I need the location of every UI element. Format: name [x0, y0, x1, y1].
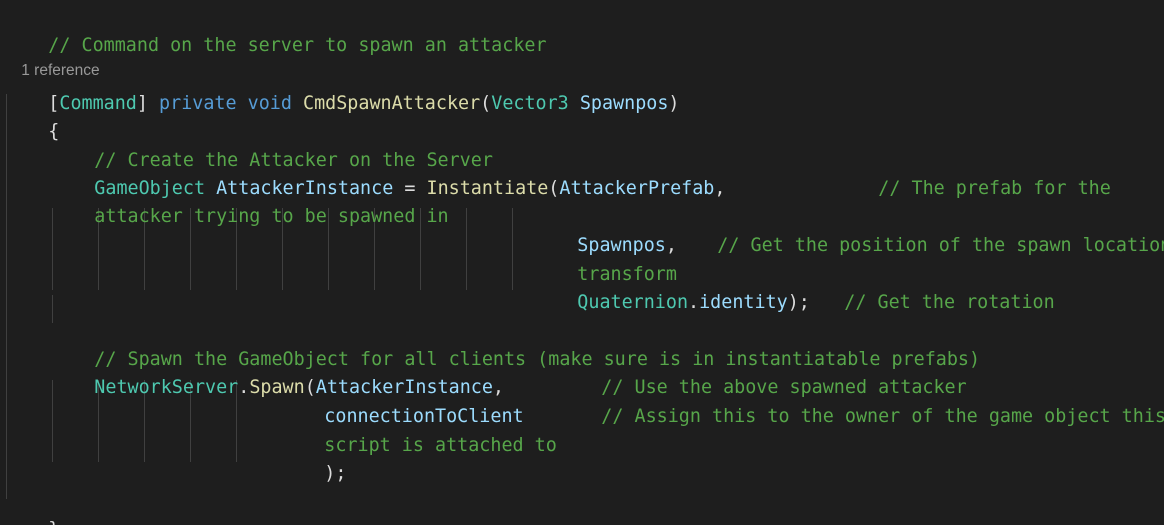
- comment-text: // Assign this to the owner of the game …: [601, 406, 1164, 427]
- indent-guide: [512, 208, 513, 290]
- comment-text-wrapped: attacker trying to be spawned in: [94, 206, 449, 227]
- code-line-quaternion-comment[interactable]: // Get the rotation: [800, 261, 1054, 313]
- code-line-comment-header[interactable]: // Command on the server to spawn an att…: [4, 4, 546, 56]
- param-type: Vector3: [491, 93, 569, 114]
- comment-text: // The prefab for the: [878, 178, 1111, 199]
- attribute-name: Command: [59, 93, 137, 114]
- method-name: CmdSpawnAttacker: [303, 93, 481, 114]
- comment-text: // Command on the server to spawn an att…: [48, 35, 547, 56]
- code-line-spawn-comment[interactable]: // Use the above spawned attacker: [557, 346, 966, 398]
- code-line-connection-arg[interactable]: connectionToClient: [280, 375, 523, 427]
- paren-open: (: [480, 93, 492, 114]
- codelens-references[interactable]: 1 reference: [4, 38, 99, 79]
- code-line-quaternion[interactable]: Quaternion.identity);: [533, 261, 810, 313]
- code-line-connection-comment-wrap[interactable]: script is attached to: [280, 404, 557, 456]
- code-line-comment-create[interactable]: // Create the Attacker on the Server: [50, 119, 493, 171]
- code-line-spawn-call[interactable]: NetworkServer.Spawn(AttackerInstance,: [50, 346, 504, 398]
- comment-text: // Get the position of the spawn locatio…: [717, 235, 1164, 256]
- code-line-connection-comment[interactable]: // Assign this to the owner of the game …: [557, 375, 1164, 427]
- dot: .: [238, 377, 250, 398]
- code-line-close-call[interactable]: );: [280, 432, 346, 484]
- code-line-brace-close[interactable]: }: [4, 488, 59, 525]
- comment-text-wrapped: script is attached to: [324, 435, 557, 456]
- member-identity: identity: [699, 292, 788, 313]
- type-quaternion: Quaternion: [577, 292, 689, 313]
- code-line-comment-spawn[interactable]: // Spawn the GameObject for all clients …: [50, 318, 980, 370]
- code-line-instantiate-comment[interactable]: // The prefab for the: [834, 147, 1111, 199]
- arg-attacker-prefab: AttackerPrefab: [559, 178, 715, 199]
- code-line-spawnpos-arg[interactable]: Spawnpos,: [533, 204, 677, 256]
- param-name: Spawnpos: [579, 93, 669, 114]
- type-networkserver: NetworkServer: [94, 377, 239, 398]
- close-paren-semicolon: );: [324, 463, 347, 484]
- keyword-void: void: [247, 93, 292, 114]
- attribute-bracket-close: ]: [136, 93, 148, 114]
- indent-guide: [466, 208, 467, 290]
- code-line-method-signature[interactable]: [Command] private void CmdSpawnAttacker(…: [4, 62, 679, 114]
- code-editor[interactable]: // Command on the server to spawn an att…: [0, 0, 1164, 525]
- comma: ,: [714, 178, 726, 199]
- keyword-private: private: [159, 93, 237, 114]
- code-line-instantiate[interactable]: GameObject AttackerInstance = Instantiat…: [50, 147, 725, 199]
- comment-text: // Get the rotation: [844, 292, 1055, 313]
- code-line-instantiate-comment-wrap[interactable]: attacker trying to be spawned in: [50, 175, 448, 227]
- brace-close: }: [48, 519, 59, 525]
- code-line-spawnpos-comment[interactable]: // Get the position of the spawn locatio…: [673, 204, 1164, 256]
- paren-close: ): [668, 93, 680, 114]
- paren-open: (: [548, 178, 560, 199]
- dot: .: [688, 292, 700, 313]
- code-line-spawnpos-comment-wrap[interactable]: transform: [533, 233, 677, 285]
- code-line-brace-open[interactable]: {: [4, 90, 59, 142]
